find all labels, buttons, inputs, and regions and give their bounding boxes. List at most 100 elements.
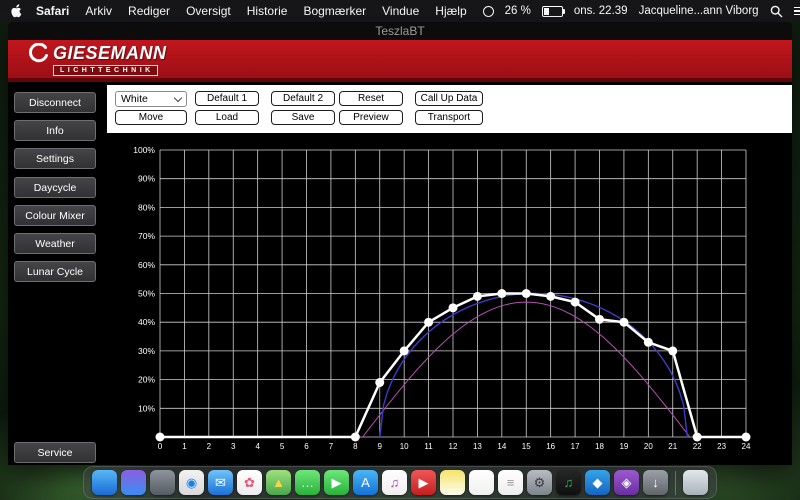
battery-fill xyxy=(544,8,549,15)
toolbar-button-reset[interactable]: Reset xyxy=(339,91,403,106)
dock-icon-gray-utility-app[interactable]: ↓ xyxy=(643,470,668,495)
curve-point-h19[interactable] xyxy=(619,318,628,327)
x-tick-label: 0 xyxy=(158,442,163,451)
curve-point-h11[interactable] xyxy=(424,318,433,327)
x-tick-label: 18 xyxy=(595,442,604,451)
mail-glyph: ✉ xyxy=(215,475,226,491)
dock-icon-itunes[interactable]: ♫ xyxy=(382,470,407,495)
apple-menu-icon[interactable] xyxy=(10,4,22,18)
curve-point-h17[interactable] xyxy=(571,298,580,307)
y-tick-label: 60% xyxy=(138,260,155,270)
dock-icon-photos[interactable]: ✿ xyxy=(237,470,262,495)
dock-icon-app-store[interactable]: A xyxy=(353,470,378,495)
menu-arkiv[interactable]: Arkiv xyxy=(85,4,112,18)
curve-point-h8[interactable] xyxy=(351,433,360,442)
dock-icon-launchpad[interactable] xyxy=(150,470,175,495)
toolbar-button-default-2[interactable]: Default 2 xyxy=(271,91,335,106)
dock-icon-siri[interactable] xyxy=(121,470,146,495)
sidebar-button-weather[interactable]: Weather xyxy=(14,233,96,254)
curve-point-h15[interactable] xyxy=(522,289,531,298)
menu-vindue[interactable]: Vindue xyxy=(382,4,419,18)
toolbar-button-move[interactable]: Move xyxy=(115,110,187,125)
dock-icon-notes[interactable] xyxy=(440,470,465,495)
menu-oversigt[interactable]: Oversigt xyxy=(186,4,231,18)
photos-glyph: ✿ xyxy=(244,475,255,491)
dock-icon-safari[interactable]: ◉ xyxy=(179,470,204,495)
reminders-glyph: ≡ xyxy=(507,475,515,490)
spotlight-search-icon[interactable] xyxy=(770,5,783,18)
spotify-glyph: ♫ xyxy=(564,475,574,490)
notification-center-icon[interactable] xyxy=(794,7,800,16)
curve-point-h13[interactable] xyxy=(473,292,482,301)
curve-point-h18[interactable] xyxy=(595,315,604,324)
dock-icon-system-preferences[interactable]: ⚙ xyxy=(527,470,552,495)
safari-glyph: ◉ xyxy=(186,475,197,491)
menu-user-name[interactable]: Jacqueline...ann Viborg xyxy=(639,5,759,17)
curve-point-h20[interactable] xyxy=(644,338,653,347)
curve-point-h22[interactable] xyxy=(693,433,702,442)
curve-point-h12[interactable] xyxy=(449,303,458,312)
dock-icon-trash[interactable] xyxy=(683,470,708,495)
toolbar-button-transport[interactable]: Transport xyxy=(415,110,483,125)
dock-icon-red-media-app[interactable]: ▶ xyxy=(411,470,436,495)
toolbar-button-default-1[interactable]: Default 1 xyxy=(195,91,259,106)
curve-point-h0[interactable] xyxy=(156,433,165,442)
sidebar-button-service[interactable]: Service xyxy=(14,442,96,463)
dock-icon-mail[interactable]: ✉ xyxy=(208,470,233,495)
channel-select-value: White xyxy=(121,93,148,105)
x-tick-label: 13 xyxy=(473,442,482,451)
battery-nub xyxy=(563,9,565,14)
y-tick-label: 30% xyxy=(138,346,155,356)
x-tick-label: 10 xyxy=(400,442,409,451)
sidebar-button-daycycle[interactable]: Daycycle xyxy=(14,177,96,198)
menu-bogm-rker[interactable]: Bogmærker xyxy=(303,4,366,18)
x-tick-label: 9 xyxy=(378,442,383,451)
menu-historie[interactable]: Historie xyxy=(247,4,288,18)
battery-icon[interactable] xyxy=(542,6,563,17)
sidebar-button-settings[interactable]: Settings xyxy=(14,148,96,169)
status-ring-icon[interactable] xyxy=(483,6,494,17)
toolbar-button-save[interactable]: Save xyxy=(271,110,335,125)
sidebar-button-info[interactable]: Info xyxy=(14,120,96,141)
dock-icon-reminders[interactable]: ≡ xyxy=(498,470,523,495)
x-tick-label: 6 xyxy=(304,442,309,451)
y-tick-label: 100% xyxy=(133,145,155,155)
toolbar-button-load[interactable]: Load xyxy=(195,110,259,125)
app-window: TeszlaBT GIESEMANN LICHTTECHNIK Disconne… xyxy=(8,22,792,465)
menu-rediger[interactable]: Rediger xyxy=(128,4,170,18)
x-tick-label: 17 xyxy=(571,442,580,451)
x-tick-label: 16 xyxy=(546,442,555,451)
menu-hj-lp[interactable]: Hjælp xyxy=(435,4,466,18)
curve-point-h16[interactable] xyxy=(546,292,555,301)
toolbar-button-preview[interactable]: Preview xyxy=(339,110,403,125)
dock-icon-blue-app[interactable]: ◆ xyxy=(585,470,610,495)
sidebar-button-lunar-cycle[interactable]: Lunar Cycle xyxy=(14,261,96,282)
dock-icon-messages[interactable]: … xyxy=(295,470,320,495)
curve-point-h14[interactable] xyxy=(497,289,506,298)
brand-header: GIESEMANN LICHTTECHNIK xyxy=(8,40,792,82)
x-tick-label: 3 xyxy=(231,442,236,451)
dock-icon-facetime[interactable]: ▶ xyxy=(324,470,349,495)
dock-icon-spotify[interactable]: ♫ xyxy=(556,470,581,495)
toolbar-button-call-up-data[interactable]: Call Up Data xyxy=(415,91,483,106)
x-tick-label: 2 xyxy=(207,442,212,451)
curve-point-h24[interactable] xyxy=(742,433,751,442)
menu-app-name[interactable]: Safari xyxy=(36,4,69,18)
curve-point-h10[interactable] xyxy=(400,346,409,355)
window-titlebar[interactable]: TeszlaBT xyxy=(8,22,792,40)
menu-clock[interactable]: ons. 22.39 xyxy=(574,5,628,17)
curve-point-h21[interactable] xyxy=(668,346,677,355)
x-tick-label: 12 xyxy=(449,442,458,451)
dock-icon-purple-app[interactable]: ◈ xyxy=(614,470,639,495)
sidebar-button-colour-mixer[interactable]: Colour Mixer xyxy=(14,205,96,226)
channel-select[interactable]: White xyxy=(115,91,187,107)
maps-glyph: ▲ xyxy=(272,475,285,490)
red-media-app-glyph: ▶ xyxy=(419,475,429,491)
curve-point-h9[interactable] xyxy=(375,378,384,387)
dock-icon-finder[interactable] xyxy=(92,470,117,495)
x-tick-label: 22 xyxy=(693,442,702,451)
dock-icon-calendar[interactable] xyxy=(469,470,494,495)
x-tick-label: 14 xyxy=(497,442,506,451)
sidebar-button-disconnect[interactable]: Disconnect xyxy=(14,92,96,113)
dock-icon-maps[interactable]: ▲ xyxy=(266,470,291,495)
